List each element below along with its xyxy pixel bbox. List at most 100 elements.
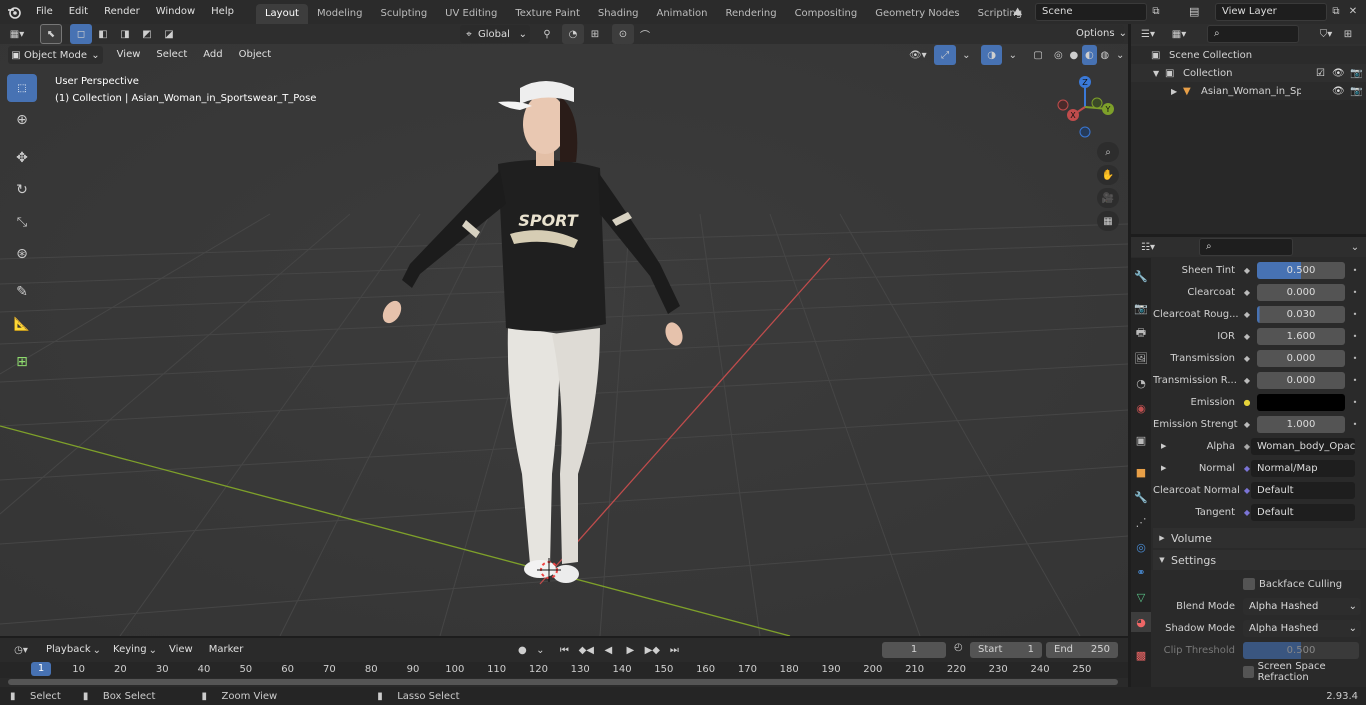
properties-options-icon[interactable]: ⌄ <box>1344 237 1366 257</box>
options-button[interactable]: Options ⌄ <box>1070 25 1127 43</box>
viewport-menu-add[interactable]: Add <box>195 44 230 66</box>
viewport-menu-view[interactable]: View <box>109 44 149 66</box>
frame-start-field[interactable]: Start 1 <box>970 642 1042 658</box>
select-new-icon[interactable]: ◻ <box>70 24 92 44</box>
gizmo-dropdown-icon[interactable]: ⌄ <box>956 45 977 65</box>
tab-shading[interactable]: Shading <box>589 4 648 24</box>
include-checkbox-icon[interactable]: ☑ <box>1316 68 1332 79</box>
select-extend-icon[interactable]: ◧ <box>92 24 114 44</box>
animate-dot-icon[interactable]: • <box>1349 352 1361 364</box>
overlay-toggle-icon[interactable]: ◑ <box>980 45 1003 65</box>
new-collection-icon[interactable]: ⊞ <box>1337 24 1359 44</box>
proportional-falloff-icon[interactable]: ⌒ <box>634 24 656 44</box>
expand-chevron-icon[interactable]: ▼ <box>1153 69 1165 78</box>
render-tab-icon[interactable]: 📷 <box>1131 298 1151 318</box>
ssr-row[interactable]: Screen Space Refraction <box>1243 661 1366 683</box>
overlay-dropdown-icon[interactable]: ⌄ <box>1002 45 1023 65</box>
sheen-tint-slider[interactable]: 0.500 <box>1257 261 1345 279</box>
move-tool-icon[interactable]: ✥ <box>7 144 37 172</box>
viewport-menu-select[interactable]: Select <box>148 44 195 66</box>
pivot-point-icon[interactable]: ⚲ <box>536 24 558 44</box>
timeline-editor-icon[interactable]: ◷▾ <box>4 640 38 660</box>
object-tab-icon[interactable]: ■ <box>1131 462 1151 482</box>
clearcoat-slider[interactable]: 0.000 <box>1257 283 1345 301</box>
timeline-menu-keying[interactable]: Keying <box>105 640 149 660</box>
view-layer-field[interactable]: View Layer <box>1215 2 1327 21</box>
menu-edit[interactable]: Edit <box>61 0 96 24</box>
animate-dot-icon[interactable]: • <box>1349 308 1361 320</box>
outliner-row-collection[interactable]: ▼ ▣ Collection ☑ 👁 📷 <box>1131 64 1366 82</box>
backface-culling-row[interactable]: Backface Culling <box>1243 576 1342 592</box>
keyframe-dot-icon[interactable]: ◆ <box>1241 308 1253 320</box>
animate-dot-icon[interactable]: • <box>1349 330 1361 342</box>
camera-icon[interactable]: 📷 <box>1350 86 1366 97</box>
remove-view-layer-icon[interactable]: ✕ <box>1345 6 1361 17</box>
zoom-icon[interactable]: ⌕ <box>1097 142 1119 162</box>
ior-field[interactable]: 1.600 <box>1257 327 1345 345</box>
modifier-tab-icon[interactable]: 🔧 <box>1131 487 1151 507</box>
prev-keyframe-icon[interactable]: ◆◀ <box>575 640 597 660</box>
menu-render[interactable]: Render <box>96 0 148 24</box>
properties-search-field[interactable]: ⌕ <box>1199 238 1293 256</box>
proportional-edit-icon[interactable]: ⊙ <box>612 24 634 44</box>
select-tool-icon[interactable]: ⬉ <box>40 24 62 44</box>
keyframe-dot-icon[interactable]: ◆ <box>1241 264 1253 276</box>
tool-tab-icon[interactable]: 🔧 <box>1131 266 1151 286</box>
display-mode-icon[interactable]: ▦▾ <box>1165 24 1193 44</box>
copy-view-layer-icon[interactable]: ⧉ <box>1327 6 1345 17</box>
animate-dot-icon[interactable]: • <box>1349 264 1361 276</box>
backface-culling-checkbox[interactable] <box>1243 578 1255 590</box>
clearcoat-roughness-slider[interactable]: 0.030 <box>1257 305 1345 323</box>
animate-dot-icon[interactable]: • <box>1349 374 1361 386</box>
view-layer-tab-icon[interactable]: 🖼 <box>1131 348 1151 368</box>
tab-layout[interactable]: Layout <box>255 4 308 24</box>
blender-logo-icon[interactable] <box>0 2 28 22</box>
clip-threshold-slider[interactable]: 0.500 <box>1243 641 1359 659</box>
rotate-tool-icon[interactable]: ↻ <box>7 176 37 204</box>
tab-animation[interactable]: Animation <box>648 4 717 24</box>
next-keyframe-icon[interactable]: ▶◆ <box>641 640 663 660</box>
camera-icon[interactable]: 📷 <box>1350 68 1366 79</box>
collection-tab-icon[interactable]: ▣ <box>1131 430 1151 450</box>
particles-tab-icon[interactable]: ⋰ <box>1131 512 1151 532</box>
viewport-menu-object[interactable]: Object <box>231 44 280 66</box>
keyframe-dot-icon[interactable]: ◆ <box>1241 374 1253 386</box>
material-shading-icon[interactable]: ◐ <box>1081 45 1098 65</box>
alpha-link-field[interactable]: Woman_body_Opac... <box>1251 437 1355 455</box>
annotate-tool-icon[interactable]: ✎ <box>7 278 37 306</box>
filter-icon[interactable]: ⛉▾ <box>1315 24 1337 44</box>
scene-tab-icon[interactable]: ◔ <box>1131 373 1151 393</box>
select-invert-icon[interactable]: ◩ <box>136 24 158 44</box>
snap-target-icon[interactable]: ⊞ <box>584 24 606 44</box>
constraints-tab-icon[interactable]: ⚭ <box>1131 562 1151 582</box>
outliner-row-object[interactable]: ▶ ▼ Asian_Woman_in_Sportsw 👁 📷 <box>1131 82 1366 100</box>
gizmo-toggle-icon[interactable]: ⤢ <box>934 45 956 65</box>
camera-view-icon[interactable]: 🎥 <box>1097 188 1119 208</box>
animate-dot-icon[interactable]: • <box>1349 286 1361 298</box>
menu-help[interactable]: Help <box>203 0 242 24</box>
rendered-shading-icon[interactable]: ◍ <box>1097 45 1112 65</box>
current-frame-field[interactable]: 1 <box>882 642 946 658</box>
animate-dot-icon[interactable]: • <box>1349 396 1361 408</box>
menu-window[interactable]: Window <box>148 0 203 24</box>
animate-dot-icon[interactable]: • <box>1349 418 1361 430</box>
output-tab-icon[interactable]: 🖶 <box>1131 323 1151 343</box>
normal-link-field[interactable]: Normal/Map <box>1251 459 1355 477</box>
outliner-row-scene-collection[interactable]: ▣ Scene Collection <box>1131 46 1366 64</box>
scale-tool-icon[interactable]: ⤡ <box>7 208 37 236</box>
world-tab-icon[interactable]: ◉ <box>1131 398 1151 418</box>
expand-chevron-icon[interactable]: ▶ <box>1171 87 1183 96</box>
navigation-gizmo[interactable]: Z Y X <box>1050 72 1120 142</box>
timeline-menu-marker[interactable]: Marker <box>201 640 252 660</box>
settings-panel-header[interactable]: ▼ Settings <box>1153 550 1366 570</box>
tab-geometry-nodes[interactable]: Geometry Nodes <box>866 4 968 24</box>
timeline-menu-view[interactable]: View <box>161 640 201 660</box>
shading-dropdown-icon[interactable]: ⌄ <box>1113 45 1128 65</box>
jump-end-icon[interactable]: ⏭ <box>663 640 685 660</box>
tab-compositing[interactable]: Compositing <box>786 4 867 24</box>
emission-color-swatch[interactable] <box>1257 393 1345 411</box>
clearcoat-normal-field[interactable]: Default <box>1251 481 1355 499</box>
menu-file[interactable]: File <box>28 0 61 24</box>
view-layer-selector[interactable]: ▤ View Layer ⧉ ✕ <box>1189 2 1364 21</box>
xray-icon[interactable]: ▢ <box>1027 45 1048 65</box>
